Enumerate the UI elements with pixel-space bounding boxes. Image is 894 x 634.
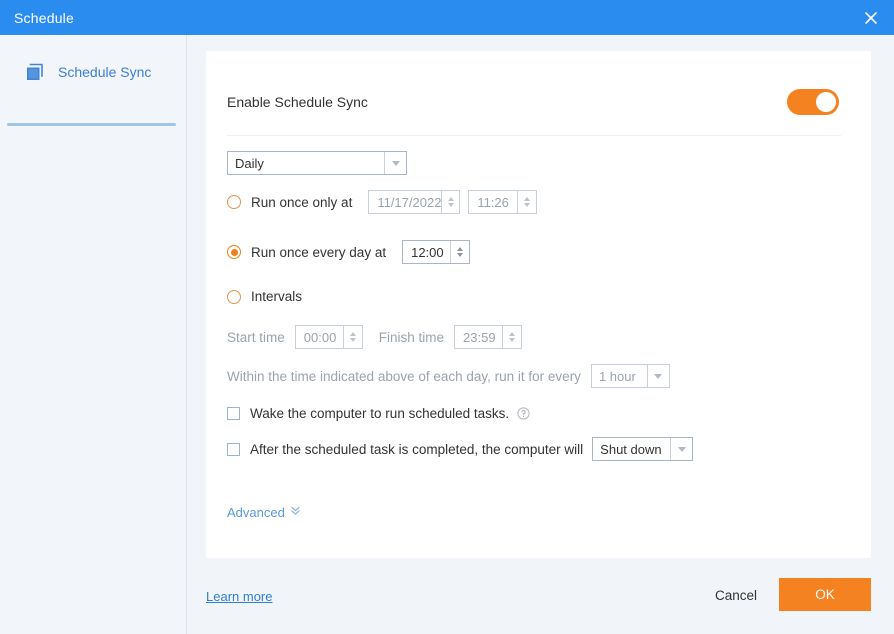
sidebar-active-indicator	[7, 123, 176, 126]
run-once-only-date-input[interactable]: 11/17/2022	[368, 190, 461, 214]
after-task-checkbox[interactable]	[227, 442, 240, 456]
close-icon	[863, 10, 879, 26]
frequency-select-value: Daily	[235, 155, 264, 171]
chevron-down-icon	[670, 438, 692, 460]
settings-card: Enable Schedule Sync Daily Run once only…	[206, 51, 871, 558]
intervals-label: Intervals	[251, 289, 303, 304]
sidebar: Schedule Sync	[0, 35, 187, 634]
schedule-sync-icon	[24, 61, 46, 83]
start-time-value: 00:00	[303, 329, 337, 345]
intervals-radio[interactable]	[227, 289, 241, 304]
window-title: Schedule	[14, 9, 74, 26]
start-time-spinner-buttons[interactable]	[342, 326, 362, 348]
interval-times-row: Start time 00:00 Finish time 23:59	[227, 325, 523, 349]
chevron-down-icon	[384, 152, 406, 174]
window-titlebar: Schedule	[0, 0, 894, 35]
ok-button[interactable]: OK	[779, 578, 871, 611]
toggle-knob	[816, 92, 836, 112]
interval-every-select[interactable]: 1 hour	[590, 364, 670, 388]
finish-time-label: Finish time	[378, 329, 445, 345]
finish-time-input[interactable]: 23:59	[454, 325, 523, 349]
frequency-select[interactable]: Daily	[227, 151, 407, 175]
main-panel: Enable Schedule Sync Daily Run once only…	[188, 35, 894, 634]
interval-every-row: Within the time indicated above of each …	[227, 364, 670, 388]
enable-schedule-sync-toggle[interactable]	[787, 89, 839, 115]
close-button[interactable]	[848, 0, 894, 35]
run-once-only-label: Run once only at	[251, 194, 353, 210]
chevron-down-icon	[646, 365, 669, 387]
run-once-only-row: Run once only at 11/17/2022 11:26	[227, 190, 538, 214]
after-task-label: After the scheduled task is completed, t…	[250, 441, 584, 457]
cancel-button[interactable]: Cancel	[715, 588, 757, 603]
after-task-action-value: Shut down	[600, 441, 662, 457]
frequency-row: Daily	[227, 151, 407, 175]
run-every-day-time-input[interactable]: 12:00	[402, 240, 471, 264]
run-once-only-time-value: 11:26	[477, 194, 509, 210]
time-spinner-buttons[interactable]	[450, 241, 469, 263]
wake-computer-row: Wake the computer to run scheduled tasks…	[227, 406, 530, 421]
double-chevron-down-icon	[290, 503, 301, 521]
interval-every-label: Within the time indicated above of each …	[227, 368, 581, 384]
finish-time-spinner-buttons[interactable]	[502, 326, 521, 348]
help-circle-icon[interactable]	[517, 407, 530, 420]
date-spinner-buttons[interactable]	[441, 191, 460, 213]
enable-schedule-sync-label: Enable Schedule Sync	[227, 94, 368, 110]
enable-schedule-sync-row: Enable Schedule Sync	[206, 79, 871, 135]
run-every-day-radio[interactable]	[227, 245, 241, 259]
after-task-row: After the scheduled task is completed, t…	[227, 437, 694, 461]
time-spinner-buttons[interactable]	[517, 191, 536, 213]
run-every-day-row: Run once every day at 12:00	[227, 240, 471, 264]
start-time-label: Start time	[227, 329, 285, 345]
run-once-only-radio[interactable]	[227, 195, 241, 209]
wake-computer-label: Wake the computer to run scheduled tasks…	[250, 406, 510, 421]
sidebar-item-label: Schedule Sync	[58, 64, 152, 80]
run-once-only-time-input[interactable]: 11:26	[468, 190, 538, 214]
run-once-only-date-value: 11/17/2022	[377, 194, 442, 210]
start-time-input[interactable]: 00:00	[294, 325, 363, 349]
finish-time-value: 23:59	[463, 329, 496, 345]
learn-more-link[interactable]: Learn more	[206, 589, 272, 604]
sidebar-item-schedule-sync[interactable]: Schedule Sync	[0, 49, 186, 95]
intervals-row: Intervals	[227, 289, 302, 304]
run-every-day-label: Run once every day at	[251, 244, 387, 260]
after-task-action-select[interactable]: Shut down	[592, 437, 694, 461]
interval-every-select-value: 1 hour	[598, 368, 636, 384]
advanced-toggle[interactable]: Advanced	[227, 503, 301, 521]
wake-computer-checkbox[interactable]	[227, 407, 240, 420]
run-every-day-time-value: 12:00	[411, 244, 444, 260]
section-divider	[227, 135, 841, 136]
advanced-label: Advanced	[227, 504, 285, 520]
